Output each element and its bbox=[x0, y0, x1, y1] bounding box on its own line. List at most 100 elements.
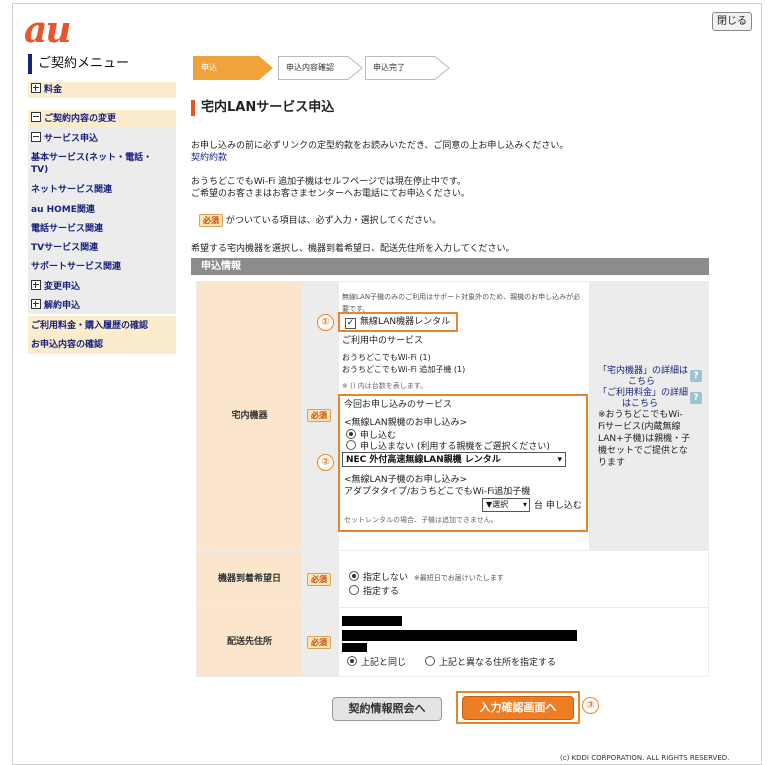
arrival-specify-radio[interactable] bbox=[349, 585, 359, 595]
required-legend: 必須 がついている項目は、必ず入力・選択してください。 bbox=[199, 214, 441, 227]
sidebar-item-basic-service[interactable]: 基本サービス(ネット・電話・TV) bbox=[28, 152, 153, 176]
redacted-address bbox=[342, 616, 402, 626]
side-note-line: LAN+子機)は親機・子 bbox=[598, 434, 691, 444]
link-text: 「宅内機器」の詳細は bbox=[598, 366, 689, 376]
rental-checkbox[interactable]: ✓ bbox=[345, 318, 356, 329]
help-icon[interactable]: ? bbox=[690, 392, 702, 404]
au-logo: au bbox=[24, 9, 71, 51]
address-label: 配送先住所 bbox=[197, 608, 302, 676]
required-badge: 必須 bbox=[307, 636, 331, 649]
notice-line: ご希望のお客さまはお客さまセンターへお電話にてお申込ください。 bbox=[191, 189, 470, 199]
sidebar-item-label: 変更申込 bbox=[44, 282, 81, 292]
required-badge: 必須 bbox=[307, 409, 331, 422]
address-required-cell: 必須 bbox=[303, 608, 338, 676]
side-note-line: ※おうちどこでもWi- bbox=[598, 410, 683, 420]
child-subtitle: アダプタタイプ/おうちどこでもWi-Fi追加子機 bbox=[344, 487, 531, 497]
address-same-label: 上記と同じ bbox=[361, 658, 407, 668]
copyright: (c) KDDI CORPORATION. ALL RIGHTS RESERVE… bbox=[560, 754, 730, 762]
page-title: 宅内LANサービス申込 bbox=[191, 100, 334, 116]
arrival-none-label: 指定しない bbox=[363, 573, 409, 583]
chevron-down-icon: ▾ bbox=[522, 500, 527, 509]
arrival-none-radio[interactable] bbox=[349, 571, 359, 581]
qty-select-value: ▼選択 bbox=[486, 500, 509, 509]
arrival-specify-label: 指定する bbox=[363, 587, 400, 597]
redacted-address bbox=[342, 630, 577, 641]
arrival-none-option[interactable]: 指定しない ※最短日でお届けいたします bbox=[349, 571, 504, 584]
child-title: <無線LAN子機のお申し込み> bbox=[344, 475, 468, 485]
rental-checkbox-label: 無線LAN機器レンタル bbox=[360, 317, 451, 327]
sidebar-item-au-home[interactable]: au HOME関連 bbox=[28, 204, 176, 216]
side-note-line: 機セットでご提供とな bbox=[598, 446, 688, 456]
help-icon[interactable]: ? bbox=[690, 370, 702, 382]
sidebar-title: ご契約メニュー bbox=[28, 54, 170, 74]
instruction-text: 希望する宅内機器を選択し、機器到着希望日、配送先住所を入力してください。 bbox=[191, 244, 515, 254]
intro-line: お申し込みの前に必ずリンクの定型約款をお読みいただき、ご同意の上お申し込みくださ… bbox=[191, 141, 569, 151]
marker-2: ② bbox=[317, 454, 334, 471]
terms-link[interactable]: 契約約款 bbox=[191, 152, 227, 164]
step-label: 申込 bbox=[201, 63, 217, 72]
sidebar-item-cancel-apply[interactable]: 解約申込 bbox=[28, 299, 176, 312]
sidebar-item-label: サービス申込 bbox=[44, 134, 99, 144]
address-same-radio[interactable] bbox=[347, 656, 357, 666]
arrival-label: 機器到着希望日 bbox=[197, 551, 302, 607]
side-note-line: Fiサービス(内蔵無線 bbox=[598, 422, 681, 432]
parent-title: <無線LAN親機のお申し込み> bbox=[344, 418, 468, 428]
sidebar-item-billing-history[interactable]: ご利用料金・購入履歴の確認 bbox=[28, 316, 176, 336]
arrival-required-cell: 必須 bbox=[303, 551, 338, 607]
address-other-radio[interactable] bbox=[425, 656, 435, 666]
input-confirm-button[interactable]: 入力確認画面へ bbox=[462, 696, 574, 720]
marker-1: ① bbox=[317, 314, 334, 331]
current-service-item: おうちどこでもWi-Fi (1) bbox=[342, 353, 431, 362]
sidebar-item-support-service[interactable]: サポートサービス関連 bbox=[28, 261, 176, 273]
rental-checkbox-row[interactable]: ✓ 無線LAN機器レンタル bbox=[345, 316, 450, 329]
quantity-note: ※ () 内は台数を表します。 bbox=[342, 382, 428, 390]
current-services-title: ご利用中のサービス bbox=[342, 336, 424, 346]
collapse-icon bbox=[31, 112, 41, 122]
arrival-specify-option[interactable]: 指定する bbox=[349, 585, 399, 598]
parent-select-value: NEC 外付高速無線LAN親機 レンタル bbox=[346, 455, 501, 465]
sidebar-item-label: 解約申込 bbox=[44, 301, 81, 311]
required-badge: 必須 bbox=[307, 573, 331, 586]
section-header: 申込情報 bbox=[191, 258, 709, 275]
address-same-option[interactable]: 上記と同じ bbox=[347, 656, 406, 669]
child-quantity-select[interactable]: ▼選択 ▾ bbox=[482, 498, 530, 512]
sidebar-item-service-apply[interactable]: サービス申込 bbox=[28, 132, 176, 146]
notice-line: おうちどこでもWi-Fi 追加子機はセルフページでは現在停止中です。 bbox=[191, 177, 466, 187]
no-apply-radio[interactable] bbox=[346, 440, 356, 450]
collapse-icon bbox=[31, 132, 41, 142]
expand-icon bbox=[31, 280, 41, 290]
contract-info-button[interactable]: 契約情報照会へ bbox=[332, 697, 442, 721]
step-apply: 申込 bbox=[193, 56, 275, 80]
step-complete: 申込完了 bbox=[365, 56, 451, 80]
arrival-none-note: ※最短日でお届けいたします bbox=[413, 574, 504, 582]
close-button[interactable]: 閉じる bbox=[712, 12, 752, 31]
address-other-option[interactable]: 上記と異なる住所を指定する bbox=[425, 656, 556, 669]
parent-device-select[interactable]: NEC 外付高速無線LAN親機 レンタル ▾ bbox=[342, 452, 566, 467]
redacted-address bbox=[342, 643, 367, 652]
sidebar-item-fee[interactable]: 料金 bbox=[28, 82, 176, 98]
sidebar-item-contract-change[interactable]: ご契約内容の変更 bbox=[28, 110, 176, 128]
sidebar-item-label: ご契約内容の変更 bbox=[44, 114, 117, 124]
set-rental-note: セットレンタルの場合、子機は追加できません。 bbox=[344, 516, 498, 524]
sidebar-item-tv-service[interactable]: TVサービス関連 bbox=[28, 242, 176, 254]
link-text: 「ご利用料金」の詳細 bbox=[598, 388, 689, 398]
child-quantity-suffix: 台 申し込む bbox=[534, 501, 582, 511]
sidebar-item-change-apply[interactable]: 変更申込 bbox=[28, 280, 176, 293]
required-badge: 必須 bbox=[199, 214, 223, 227]
this-time-title: 今回お申し込みのサービス bbox=[344, 400, 453, 410]
address-other-label: 上記と異なる住所を指定する bbox=[439, 658, 557, 668]
sidebar-item-net-service[interactable]: ネットサービス関連 bbox=[28, 184, 176, 196]
apply-radio[interactable] bbox=[346, 429, 356, 439]
sidebar-item-application-check[interactable]: お申込内容の確認 bbox=[28, 336, 176, 354]
step-confirm: 申込内容確認 bbox=[278, 56, 364, 80]
sidebar-item-phone-service[interactable]: 電話サービス関連 bbox=[28, 223, 176, 235]
current-service-item: おうちどこでもWi-Fi 追加子機 (1) bbox=[342, 365, 466, 374]
expand-icon bbox=[31, 299, 41, 309]
no-apply-label: 申し込まない (利用する親機をご選択ください) bbox=[360, 442, 550, 452]
expand-icon bbox=[31, 83, 41, 93]
required-note: がついている項目は、必ず入力・選択してください。 bbox=[225, 216, 442, 226]
step-label: 申込完了 bbox=[373, 63, 405, 72]
chevron-down-icon: ▾ bbox=[557, 455, 562, 465]
marker-3: ③ bbox=[582, 697, 599, 714]
step-label: 申込内容確認 bbox=[286, 63, 334, 72]
